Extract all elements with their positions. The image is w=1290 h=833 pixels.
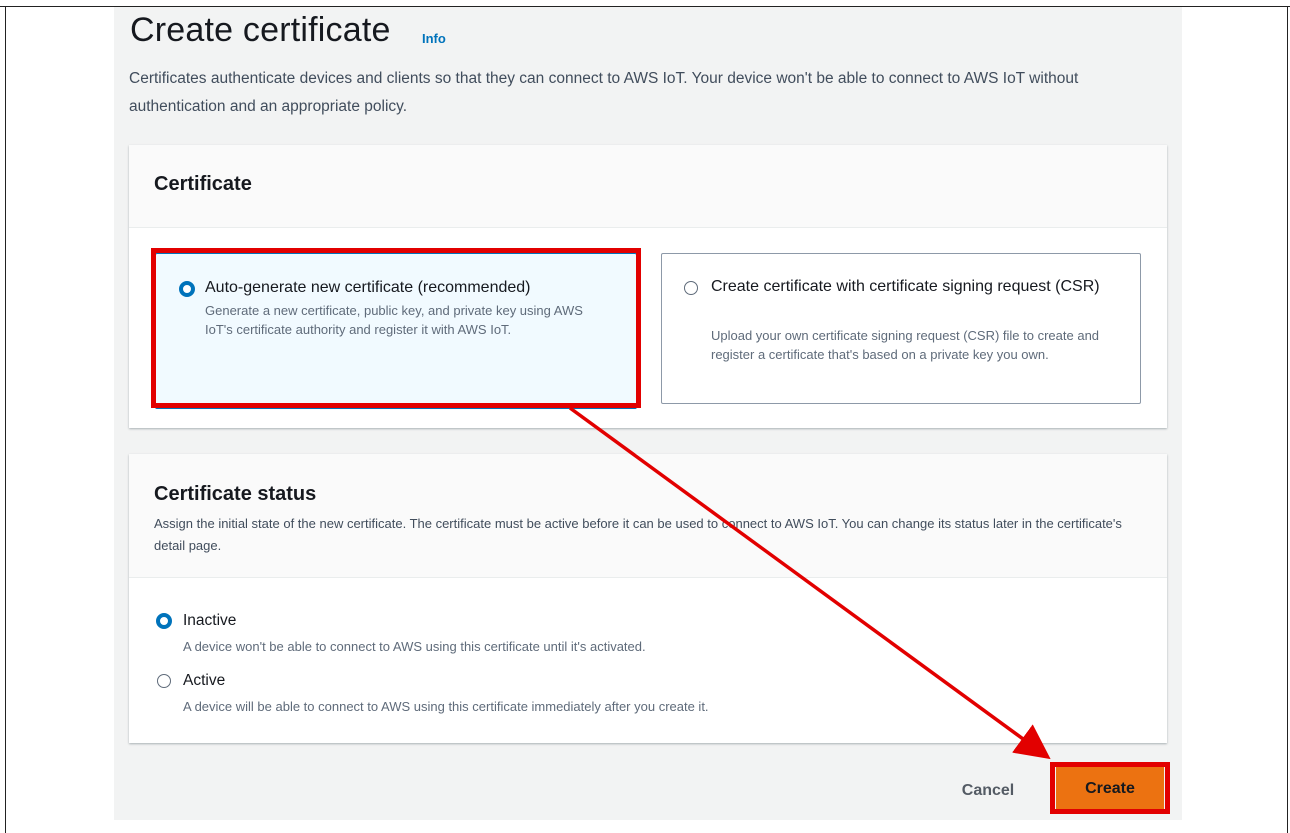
info-link[interactable]: Info (422, 31, 446, 46)
csr-radio[interactable] (684, 281, 698, 295)
frame-border-left (5, 6, 6, 833)
certificate-status-description: Assign the initial state of the new cert… (154, 516, 1122, 553)
page-description: Certificates authenticate devices and cl… (129, 70, 1079, 115)
inactive-description: A device won't be able to connect to AWS… (183, 639, 646, 654)
csr-certificate-tile[interactable]: Create certificate with certificate sign… (661, 253, 1141, 404)
csr-label: Create certificate with certificate sign… (711, 278, 1100, 295)
highlight-box-create-button (1050, 762, 1170, 814)
inactive-radio[interactable] (156, 613, 172, 629)
csr-description: Upload your own certificate signing requ… (711, 328, 1100, 362)
frame-border-right (1287, 6, 1288, 833)
active-description: A device will be able to connect to AWS … (183, 699, 709, 714)
cancel-button[interactable]: Cancel (944, 777, 1032, 805)
create-certificate-page: Create certificate Info Certificates aut… (114, 7, 1182, 820)
inactive-label[interactable]: Inactive (183, 612, 236, 630)
certificate-section-title: Certificate (154, 173, 252, 195)
highlight-box-auto-generate (151, 248, 641, 408)
certificate-status-title: Certificate status (154, 483, 317, 505)
certificate-status-card: Certificate status Assign the initial st… (129, 454, 1167, 743)
certificate-card-header: Certificate (129, 145, 1167, 228)
certificate-status-header: Certificate status Assign the initial st… (129, 454, 1167, 578)
page-title: Create certificate (130, 11, 391, 49)
active-label[interactable]: Active (183, 672, 225, 690)
active-radio[interactable] (157, 674, 171, 688)
